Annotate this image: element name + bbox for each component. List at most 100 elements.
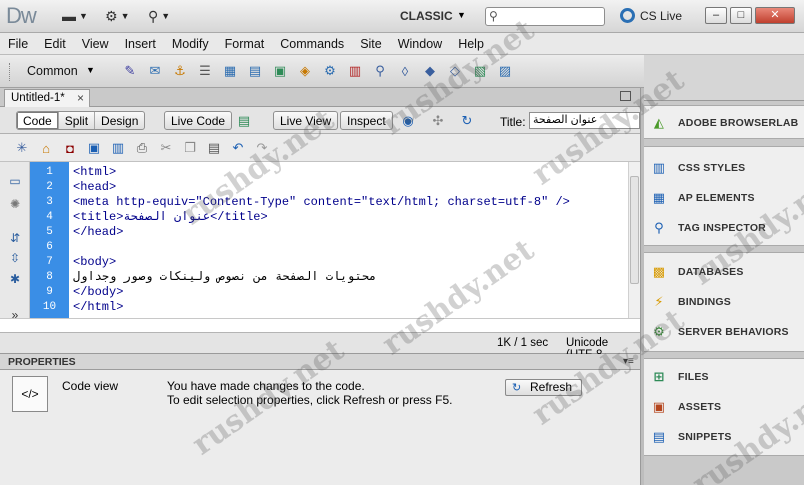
menu-modify[interactable]: Modify <box>164 37 217 51</box>
collapse-selection-icon[interactable]: ⇳ <box>6 249 24 267</box>
panel-bindings[interactable]: ⚡ BINDINGS <box>650 291 731 313</box>
refresh-button[interactable]: ↻ Refresh <box>505 379 582 396</box>
server-behaviors-icon: ⚙ <box>653 324 665 339</box>
refresh-label: Refresh <box>530 380 573 394</box>
scrollbar-thumb[interactable] <box>630 176 639 284</box>
refresh-hint: To edit selection properties, click Refr… <box>167 393 453 407</box>
workspace-switcher[interactable]: CLASSIC <box>400 9 453 23</box>
title-input[interactable]: عنوان الصفحة <box>529 112 640 129</box>
div-icon[interactable]: ▤ <box>245 61 265 81</box>
copy-icon[interactable]: ❐ <box>180 138 200 158</box>
paste-icon[interactable]: ▤ <box>204 138 224 158</box>
images-icon[interactable]: ▣ <box>270 61 290 81</box>
gear-icon: ⚙ <box>105 7 118 24</box>
script-icon[interactable]: ◇ <box>445 61 465 81</box>
panel-assets[interactable]: ▣ ASSETS <box>650 396 721 418</box>
visual-aids-icon[interactable]: ✣ <box>428 111 448 131</box>
server-side-include-icon[interactable]: ⚲ <box>370 61 390 81</box>
panel-files[interactable]: ⊞ FILES <box>650 366 709 388</box>
code-line: 6 <box>30 240 640 255</box>
panel-dock: ◭ ADOBE BROWSERLAB ▥ CSS STYLES ▦ AP ELE… <box>644 55 804 485</box>
close-button[interactable]: ✕ <box>755 7 795 24</box>
inspect-button[interactable]: Inspect <box>340 111 393 130</box>
named-anchor-icon[interactable]: ⚓ <box>170 61 190 81</box>
head-icon[interactable]: ◆ <box>420 61 440 81</box>
vertical-scrollbar[interactable] <box>628 162 640 318</box>
comment-icon[interactable]: ◊ <box>395 61 415 81</box>
maximize-button[interactable]: □ <box>730 7 752 24</box>
live-code-button[interactable]: Live Code <box>164 111 233 130</box>
chevron-down-icon[interactable]: ▼ <box>457 10 466 20</box>
cut-icon[interactable]: ✂ <box>156 138 176 158</box>
design-view-button[interactable]: Design <box>95 112 144 129</box>
tag-inspector-icon: ⚲ <box>654 220 664 235</box>
panel-ap-elements[interactable]: ▦ AP ELEMENTS <box>650 187 755 209</box>
tag-chooser-icon[interactable]: ▨ <box>495 61 515 81</box>
refresh-icon[interactable]: ↻ <box>457 111 477 131</box>
cs-live-button[interactable]: CS Live <box>620 8 682 23</box>
bindings-icon: ⚡ <box>654 294 664 309</box>
split-view-button[interactable]: Split <box>59 112 96 129</box>
redo-icon[interactable]: ↷ <box>252 138 272 158</box>
new-document-icon[interactable]: ✳ <box>12 138 32 158</box>
email-link-icon[interactable]: ✉ <box>145 61 165 81</box>
properties-header[interactable]: PROPERTIES ▾≡ <box>0 354 640 370</box>
templates-icon[interactable]: ▧ <box>470 61 490 81</box>
panel-snippets[interactable]: ▤ SNIPPETS <box>650 426 732 448</box>
panel-server-behaviors[interactable]: ⚙ SERVER BEHAVIORS <box>650 321 789 343</box>
close-icon[interactable]: × <box>77 91 84 105</box>
menu-insert[interactable]: Insert <box>117 37 164 51</box>
media-icon[interactable]: ◈ <box>295 61 315 81</box>
open-folder-icon[interactable]: ⌂ <box>36 138 56 158</box>
menu-window[interactable]: Window <box>390 37 450 51</box>
date-icon[interactable]: ▥ <box>345 61 365 81</box>
preview-browser-icon[interactable]: ◉ <box>398 111 418 131</box>
hyperlink-icon[interactable]: ✎ <box>120 61 140 81</box>
panel-menu-icon[interactable]: ▾≡ <box>623 356 634 367</box>
cs-live-icon <box>620 8 635 23</box>
browse-bridge-icon[interactable]: ◘ <box>60 138 80 158</box>
check-browser-icon[interactable]: ▤ <box>234 111 254 131</box>
panel-group-files: ⊞ FILES ▣ ASSETS ▤ SNIPPETS <box>644 358 804 456</box>
undo-icon[interactable]: ↶ <box>228 138 248 158</box>
panel-label: DATABASES <box>678 266 744 278</box>
show-code-navigator-icon[interactable]: ✺ <box>6 195 24 213</box>
print-code-icon[interactable]: ⎙ <box>132 138 152 158</box>
databases-icon: ▩ <box>652 264 666 279</box>
save-all-icon[interactable]: ▥ <box>108 138 128 158</box>
panel-databases[interactable]: ▩ DATABASES <box>650 261 744 283</box>
panel-tag-inspector[interactable]: ⚲ TAG INSPECTOR <box>650 217 766 239</box>
extend-menu[interactable]: ⚙ ▼ <box>105 7 129 25</box>
panel-css-styles[interactable]: ▥ CSS STYLES <box>650 157 745 179</box>
layout-menu[interactable]: ▬ ▼ <box>62 7 88 25</box>
restore-icon[interactable] <box>620 91 631 101</box>
code-view-button[interactable]: Code <box>17 112 59 129</box>
toolbar-grip[interactable] <box>9 63 12 81</box>
table-icon[interactable]: ▦ <box>220 61 240 81</box>
menu-file[interactable]: File <box>0 37 36 51</box>
site-menu[interactable]: ⚲ ▼ <box>148 7 170 25</box>
live-view-button[interactable]: Live View <box>273 111 339 130</box>
menu-help[interactable]: Help <box>450 37 492 51</box>
horizontal-scrollbar[interactable] <box>0 318 640 332</box>
horizontal-rule-icon[interactable]: ☰ <box>195 61 215 81</box>
expand-all-icon[interactable]: ✱ <box>6 270 24 288</box>
menu-site[interactable]: Site <box>352 37 390 51</box>
code-editor[interactable]: ▭ ✺ ⇵ ⇳ ✱ » 1 <html> 2 <head> 3 <meta http-… <box>0 162 640 322</box>
panel-label: CSS STYLES <box>678 162 746 174</box>
panel-browserlab[interactable]: ◭ ADOBE BROWSERLAB <box>650 112 798 134</box>
menu-view[interactable]: View <box>74 37 117 51</box>
save-icon[interactable]: ▣ <box>84 138 104 158</box>
menu-commands[interactable]: Commands <box>272 37 352 51</box>
menu-edit[interactable]: Edit <box>36 37 74 51</box>
tab-untitled-1[interactable]: Untitled-1* × <box>4 89 90 107</box>
chevron-down-icon[interactable]: ▼ <box>86 65 95 75</box>
menu-format[interactable]: Format <box>217 37 273 51</box>
search-input[interactable]: ⚲ <box>485 7 605 26</box>
open-documents-icon[interactable]: ▭ <box>6 172 24 190</box>
code-line: 9 </body> <box>30 285 640 300</box>
collapse-full-tag-icon[interactable]: ⇵ <box>6 229 24 247</box>
minimize-button[interactable]: – <box>705 7 727 24</box>
widget-icon[interactable]: ⚙ <box>320 61 340 81</box>
insert-category-select[interactable]: Common <box>27 64 78 78</box>
